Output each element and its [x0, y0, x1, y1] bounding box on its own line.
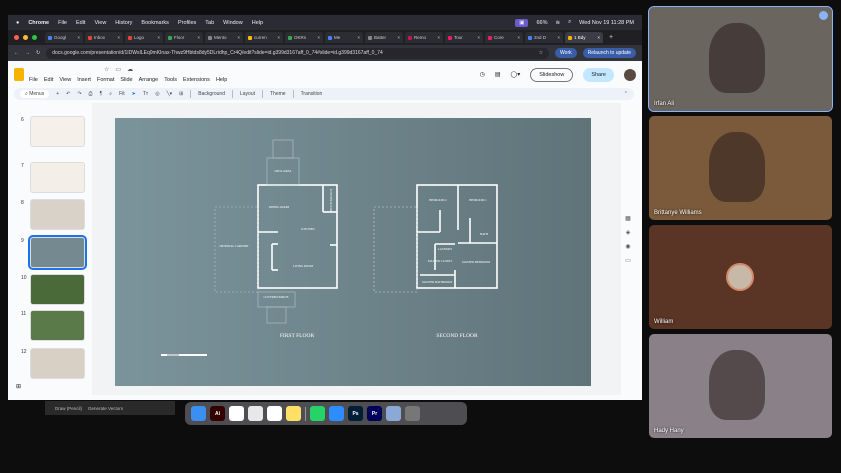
room-label: MASTER BATHROOM [422, 280, 452, 284]
room-label: KITCHEN [301, 227, 315, 231]
mac-dock: Ai Ps Pr [185, 402, 467, 425]
draw-pencil-button[interactable]: Draw (Pencil) [55, 406, 82, 411]
maps-icon[interactable]: ▭ [625, 257, 631, 264]
dock-trash-icon[interactable] [405, 406, 420, 421]
participant-tile[interactable]: Brittanye Williams [649, 116, 832, 220]
first-floor-walls [257, 184, 338, 289]
participant-name: William [654, 319, 674, 325]
floating-toolbar: Draw (Pencil) Generate Vectors [45, 401, 175, 415]
participant-name: Hady Hany [654, 428, 684, 434]
dock-app-photoshop-icon[interactable]: Ps [348, 406, 363, 421]
participant-name: Brittanye Williams [654, 210, 702, 216]
room-label: BEDROOM 2 [429, 198, 447, 202]
dock-app-whatsapp-icon[interactable] [310, 406, 325, 421]
room-label: DECK AREA [275, 169, 293, 173]
second-floor-carport-outline [373, 206, 418, 293]
dock-app-illustrator-icon[interactable]: Ai [210, 406, 225, 421]
room-label: LAUNDRY [438, 247, 453, 251]
speaking-indicator-icon [819, 11, 828, 20]
generate-vectors-button[interactable]: Generate Vectors [88, 406, 123, 411]
dock-app-slack-icon[interactable] [229, 406, 244, 421]
dock-app-premiere-icon[interactable]: Pr [367, 406, 382, 421]
participant-video [709, 132, 765, 202]
participant-tile[interactable]: Irfan Ali [648, 6, 833, 112]
side-panel: ▦ ◈ ◉ ▭ [622, 215, 634, 285]
participant-video [709, 23, 765, 93]
participant-avatar [726, 263, 754, 291]
room-label: MASTER CLOSET [428, 259, 452, 263]
room-label: POWDER ROOM [329, 189, 333, 212]
first-floor-title: FIRST FLOOR [280, 333, 315, 339]
dock-app-preview-icon[interactable] [386, 406, 401, 421]
dock-divider [305, 406, 306, 421]
participant-video [709, 350, 765, 420]
participant-tile[interactable]: William [649, 225, 832, 329]
keep-icon[interactable]: ◈ [626, 229, 631, 236]
room-label: COVERED PORCH [264, 295, 290, 299]
dock-app-chatgpt-icon[interactable] [267, 406, 282, 421]
scale-bar [161, 354, 207, 356]
room-label: BATH [480, 232, 489, 236]
tasks-icon[interactable]: ◉ [625, 243, 630, 250]
dock-app-notes-icon[interactable] [286, 406, 301, 421]
room-label: OPTIONAL CARPORT [219, 244, 248, 248]
room-label: DINING ROOM [269, 205, 290, 209]
dock-app-chrome-icon[interactable] [248, 406, 263, 421]
room-label: LIVING ROOM [293, 264, 313, 268]
second-floor-title: SECOND FLOOR [436, 333, 478, 339]
participant-name: Irfan Ali [654, 101, 675, 107]
room-label: MASTER BEDROOM [462, 260, 490, 264]
participant-tile[interactable]: Hady Hany [649, 334, 832, 438]
room-label: BEDROOM 1 [469, 198, 487, 202]
dock-app-finder-icon[interactable] [191, 406, 206, 421]
dock-app-zoom-icon[interactable] [329, 406, 344, 421]
calendar-icon[interactable]: ▦ [625, 215, 631, 222]
